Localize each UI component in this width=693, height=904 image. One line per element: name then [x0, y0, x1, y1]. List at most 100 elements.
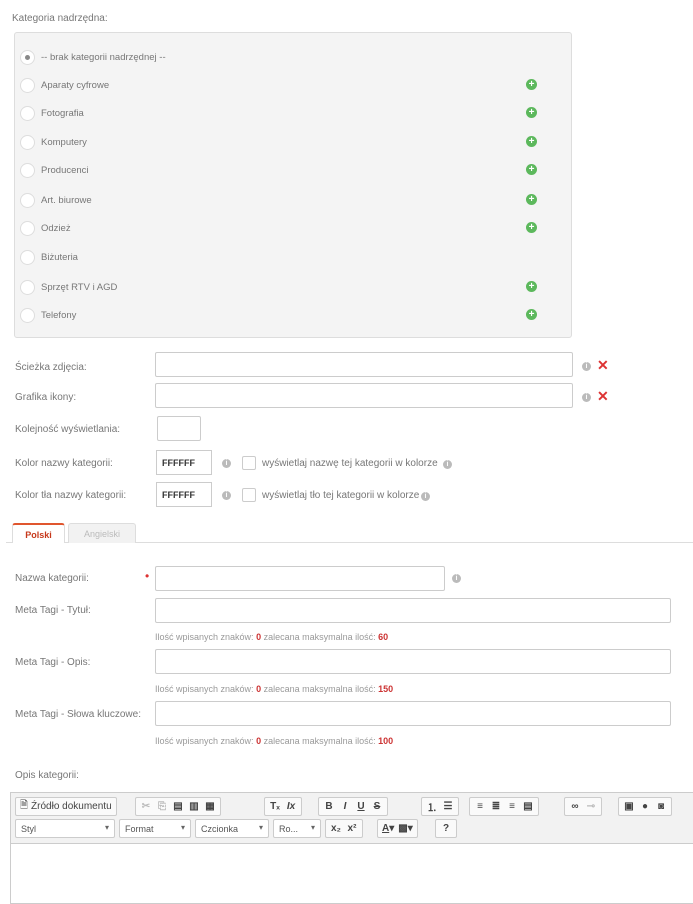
category-option[interactable]: Odzież: [20, 219, 71, 237]
editor-help-group: ?: [435, 819, 457, 838]
icon-graphic-input[interactable]: [155, 383, 573, 408]
tab-polish[interactable]: Polski: [12, 523, 65, 543]
category-option[interactable]: Producenci: [20, 161, 89, 179]
name-color-input[interactable]: FFFFFF: [156, 450, 212, 475]
italic-icon[interactable]: I: [337, 799, 353, 814]
bg-color-checkbox[interactable]: [242, 488, 256, 502]
help-icon[interactable]: i: [582, 393, 591, 402]
remove-format-icon[interactable]: Tₓ: [267, 799, 283, 814]
format-combo[interactable]: Format ▾: [119, 819, 191, 838]
meta-keywords-input[interactable]: [155, 701, 671, 726]
category-radio[interactable]: [20, 49, 35, 65]
category-radio[interactable]: [20, 220, 35, 236]
category-radio[interactable]: [20, 192, 35, 208]
category-radio[interactable]: [20, 279, 35, 295]
align-left-icon[interactable]: ≡: [472, 799, 488, 814]
help-icon[interactable]: i: [443, 460, 452, 469]
source-document-button[interactable]: 🗎 Źródło dokumentu: [18, 799, 114, 814]
category-option[interactable]: Biżuteria: [20, 248, 78, 266]
add-subcategory-icon[interactable]: +: [526, 107, 537, 118]
link-icon[interactable]: ∞: [567, 799, 583, 814]
subscript-icon[interactable]: x₂: [328, 821, 344, 836]
category-option[interactable]: Sprzęt RTV i AGD: [20, 278, 117, 296]
clear-format-icon[interactable]: Ix: [283, 799, 299, 814]
paste-icon[interactable]: ▤: [170, 799, 186, 814]
category-option[interactable]: Komputery: [20, 133, 87, 151]
bg-color-input[interactable]: FFFFFF: [156, 482, 212, 507]
editor-color-group: A ▾ ▩▾: [377, 819, 418, 838]
youtube-icon[interactable]: ◙: [653, 799, 669, 814]
strikethrough-icon[interactable]: S: [369, 799, 385, 814]
category-option-label: Biżuteria: [41, 251, 78, 263]
editor-basic-style-group: B I U S: [318, 797, 388, 816]
meta-desc-input[interactable]: [155, 649, 671, 674]
bold-icon[interactable]: B: [321, 799, 337, 814]
category-option[interactable]: Aparaty cyfrowe: [20, 76, 109, 94]
category-radio[interactable]: [20, 249, 35, 265]
category-radio[interactable]: [20, 105, 35, 121]
editor-format-clear-group: Tₓ Ix: [264, 797, 302, 816]
editor-source-group: 🗎 Źródło dokumentu: [15, 797, 117, 816]
meta-keywords-char-hint: Ilość wpisanych znaków: 0 zalecana maksy…: [155, 736, 394, 746]
delete-image-path-icon[interactable]: ✕: [597, 358, 609, 372]
unlink-icon[interactable]: ⊸: [583, 799, 599, 814]
help-icon[interactable]: i: [582, 362, 591, 371]
add-subcategory-icon[interactable]: +: [526, 222, 537, 233]
tab-english[interactable]: Angielski: [68, 523, 136, 543]
editor-list-group: ⒈ ☰: [421, 797, 459, 816]
underline-icon[interactable]: U: [353, 799, 369, 814]
copy-icon[interactable]: ⎘: [154, 799, 170, 814]
image-path-input[interactable]: [155, 352, 573, 377]
meta-title-label: Meta Tagi - Tytuł:: [15, 605, 91, 616]
category-radio[interactable]: [20, 162, 35, 178]
text-color-icon[interactable]: A ▾: [380, 821, 396, 836]
category-radio[interactable]: [20, 134, 35, 150]
help-icon[interactable]: i: [222, 459, 231, 468]
category-option[interactable]: Telefony: [20, 306, 76, 324]
add-subcategory-icon[interactable]: +: [526, 136, 537, 147]
bulleted-list-icon[interactable]: ☰: [440, 799, 456, 814]
category-radio[interactable]: [20, 77, 35, 93]
chevron-down-icon: ▾: [310, 823, 315, 832]
align-right-icon[interactable]: ≡: [504, 799, 520, 814]
paste-word-icon[interactable]: ▦: [202, 799, 218, 814]
category-radio[interactable]: [20, 307, 35, 323]
style-combo[interactable]: Styl ▾: [15, 819, 115, 838]
category-option-label: Fotografia: [41, 107, 84, 119]
help-icon[interactable]: i: [452, 574, 461, 583]
editor-content-area[interactable]: [11, 845, 693, 904]
cut-icon[interactable]: ✂: [138, 799, 154, 814]
add-subcategory-icon[interactable]: +: [526, 79, 537, 90]
display-order-input[interactable]: [157, 416, 201, 441]
source-document-label: Źródło dokumentu: [31, 801, 112, 812]
flash-icon[interactable]: ●: [637, 799, 653, 814]
category-name-input[interactable]: [155, 566, 445, 591]
image-icon[interactable]: ▣: [621, 799, 637, 814]
meta-title-input[interactable]: [155, 598, 671, 623]
meta-keywords-label: Meta Tagi - Słowa kluczowe:: [15, 709, 141, 720]
category-option[interactable]: Fotografia: [20, 104, 84, 122]
add-subcategory-icon[interactable]: +: [526, 309, 537, 320]
paste-text-icon[interactable]: ▥: [186, 799, 202, 814]
category-option[interactable]: Art. biurowe: [20, 191, 92, 209]
help-button[interactable]: ?: [438, 821, 454, 836]
align-center-icon[interactable]: ≣: [488, 799, 504, 814]
add-subcategory-icon[interactable]: +: [526, 164, 537, 175]
delete-icon-graphic-icon[interactable]: ✕: [597, 389, 609, 403]
name-color-checkbox[interactable]: [242, 456, 256, 470]
help-icon[interactable]: i: [421, 492, 430, 501]
help-icon[interactable]: i: [222, 491, 231, 500]
category-option[interactable]: -- brak kategorii nadrzędnej --: [20, 48, 166, 66]
chevron-down-icon: ▾: [180, 823, 185, 832]
category-option-label: Sprzęt RTV i AGD: [41, 281, 118, 293]
font-combo-label: Czcionka: [201, 824, 239, 834]
add-subcategory-icon[interactable]: +: [526, 194, 537, 205]
align-justify-icon[interactable]: ▤: [520, 799, 536, 814]
numbered-list-icon[interactable]: ⒈: [424, 799, 440, 814]
background-color-icon[interactable]: ▩▾: [396, 821, 414, 836]
add-subcategory-icon[interactable]: +: [526, 281, 537, 292]
superscript-icon[interactable]: x²: [344, 821, 360, 836]
size-combo[interactable]: Ro... ▾: [273, 819, 321, 838]
document-icon: 🗎: [20, 800, 29, 811]
font-combo[interactable]: Czcionka ▾: [195, 819, 269, 838]
